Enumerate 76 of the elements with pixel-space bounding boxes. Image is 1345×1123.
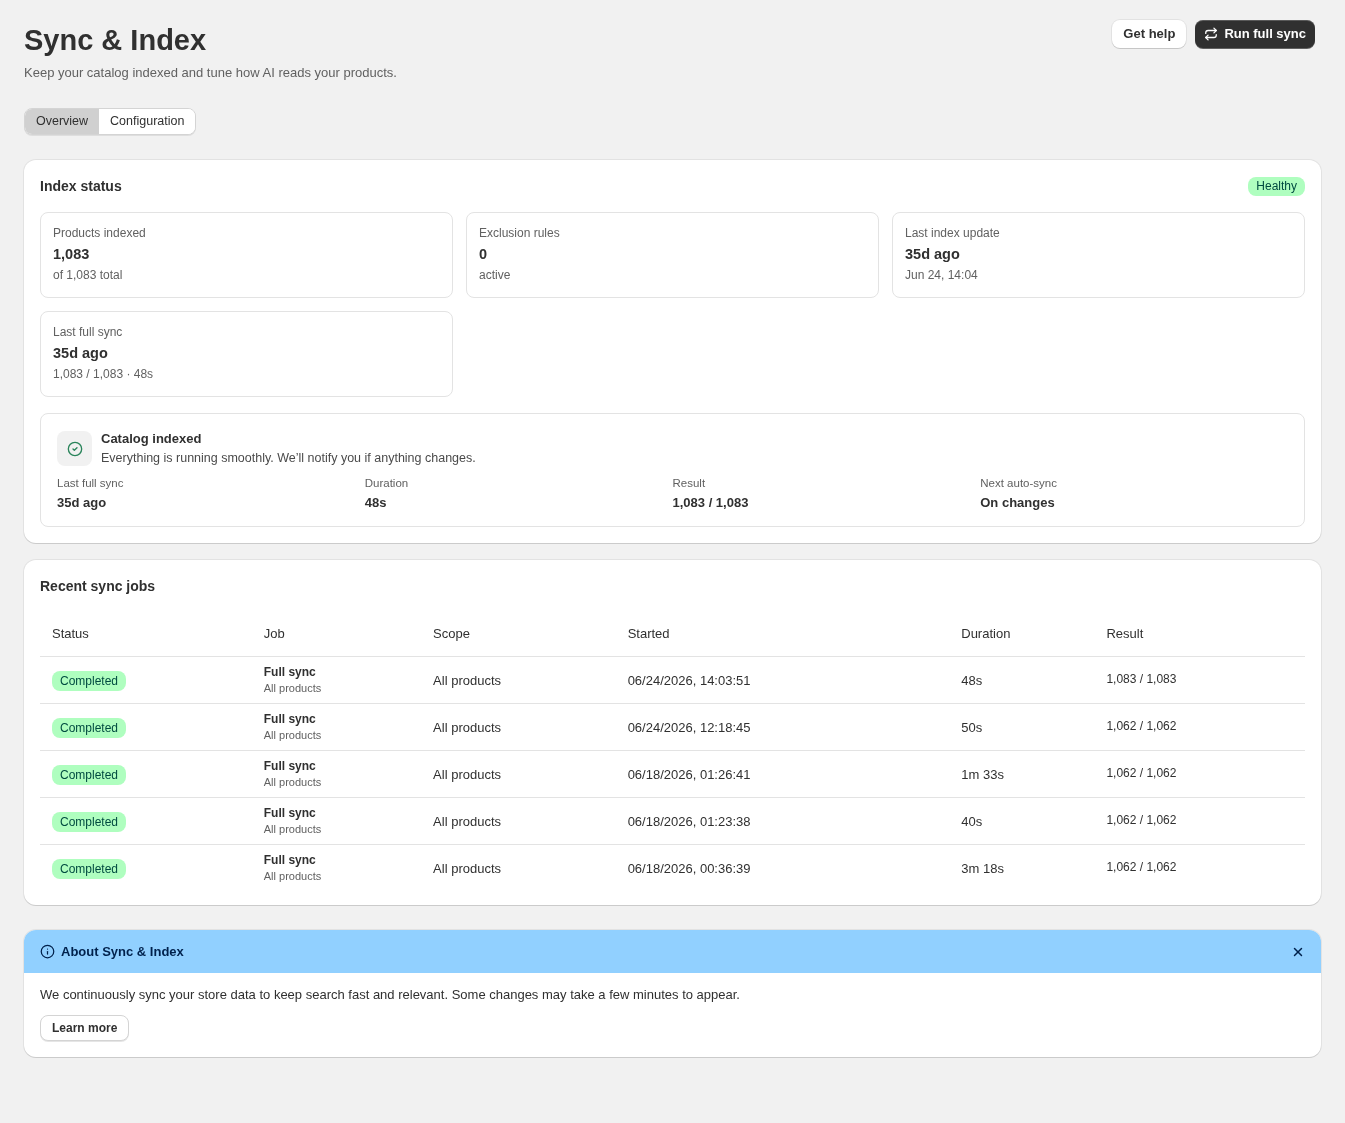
status-badge: Completed	[52, 670, 127, 691]
duration-text: 50s	[961, 719, 983, 735]
column-header: Status	[52, 626, 89, 641]
page-title: Sync & Index	[24, 23, 207, 58]
run-sync-button[interactable]: Run full sync	[1195, 20, 1315, 48]
health-badge: Healthy	[1248, 176, 1305, 196]
card-title: Recent sync jobs	[40, 577, 156, 596]
stat-value: 35d ago	[53, 344, 108, 363]
job-name: Full sync	[263, 758, 316, 774]
scope-text: All products	[433, 719, 501, 735]
stat-label: Last full sync	[53, 324, 123, 340]
stat-value: 35d ago	[905, 245, 960, 264]
job-detail: All products	[263, 869, 322, 884]
summary-message: Everything is running smoothly. We’ll notify you if anything changes.	[101, 450, 476, 467]
summary-title: Catalog indexed	[101, 430, 202, 448]
metric-value: 1,083 / 1,083	[672, 494, 749, 512]
metric-label: Last full sync	[57, 476, 124, 491]
metric-value: 35d ago	[57, 494, 107, 512]
duration-text: 3m 18s	[961, 860, 1004, 876]
metric-value: 48s	[364, 494, 387, 512]
result-text: 1,062 / 1,062	[1106, 718, 1177, 733]
column-header: Started	[627, 626, 670, 641]
repeat-arrows-icon	[1204, 27, 1219, 41]
result-text: 1,083 / 1,083	[1106, 671, 1177, 686]
started-time: 06/18/2026, 01:23:38	[627, 813, 751, 829]
stat-detail: of 1,083 total	[53, 267, 123, 283]
started-time: 06/24/2026, 14:03:51	[627, 672, 751, 688]
duration-text: 1m 33s	[961, 766, 1004, 782]
banner-title: About Sync & Index	[61, 942, 184, 961]
stat-value: 1,083	[53, 245, 90, 264]
metric-label: Result	[672, 476, 706, 491]
metric-value: On changes	[980, 494, 1055, 512]
job-detail: All products	[263, 728, 322, 742]
scope-text: All products	[433, 813, 501, 829]
job-detail: All products	[263, 681, 322, 695]
banner-message: We continuously sync your store data to keep search fast and relevant. Some changes may take a few minutes to appear.	[40, 986, 740, 1004]
learn-more-button[interactable]: Learn more	[40, 1015, 130, 1041]
stat-detail: active	[479, 267, 511, 283]
column-header: Result	[1106, 626, 1144, 641]
stat-label: Last index update	[905, 225, 1000, 241]
card-title: Index status	[40, 176, 122, 196]
job-name: Full sync	[263, 711, 316, 727]
result-text: 1,062 / 1,062	[1106, 812, 1177, 827]
started-time: 06/18/2026, 01:26:41	[627, 766, 751, 782]
status-badge: Completed	[52, 858, 127, 879]
job-detail: All products	[263, 822, 322, 836]
result-text: 1,062 / 1,062	[1106, 765, 1177, 780]
column-header: Job	[263, 626, 285, 641]
scope-text: All products	[433, 860, 501, 876]
status-badge: Completed	[52, 811, 127, 832]
scope-text: All products	[433, 672, 501, 688]
started-time: 06/24/2026, 12:18:45	[627, 719, 751, 735]
info-icon	[40, 944, 55, 959]
job-detail: All products	[263, 775, 322, 789]
stat-value: 0	[479, 245, 488, 264]
status-badge: Completed	[52, 764, 127, 785]
result-text: 1,062 / 1,062	[1106, 859, 1177, 874]
column-header: Duration	[961, 626, 1011, 641]
status-badge: Completed	[52, 717, 127, 738]
column-header: Scope	[433, 626, 470, 641]
stat-label: Products indexed	[53, 225, 146, 241]
started-time: 06/18/2026, 00:36:39	[627, 860, 751, 876]
scope-text: All products	[433, 766, 501, 782]
page-subtitle: Keep your catalog indexed and tune how AI reads your products.	[24, 64, 397, 82]
stat-detail: 1,083 / 1,083 · 48s	[53, 366, 154, 382]
help-button[interactable]: Get help	[1112, 20, 1187, 48]
stat-detail: Jun 24, 14:04	[905, 267, 978, 283]
job-name: Full sync	[263, 805, 316, 821]
metric-label: Duration	[364, 476, 409, 491]
job-name: Full sync	[263, 852, 316, 869]
stat-label: Exclusion rules	[479, 225, 560, 241]
metric-label: Next auto-sync	[980, 476, 1057, 491]
tab[interactable]: Overview	[25, 109, 100, 134]
duration-text: 48s	[961, 672, 983, 688]
job-name: Full sync	[263, 664, 316, 680]
duration-text: 40s	[961, 813, 983, 829]
